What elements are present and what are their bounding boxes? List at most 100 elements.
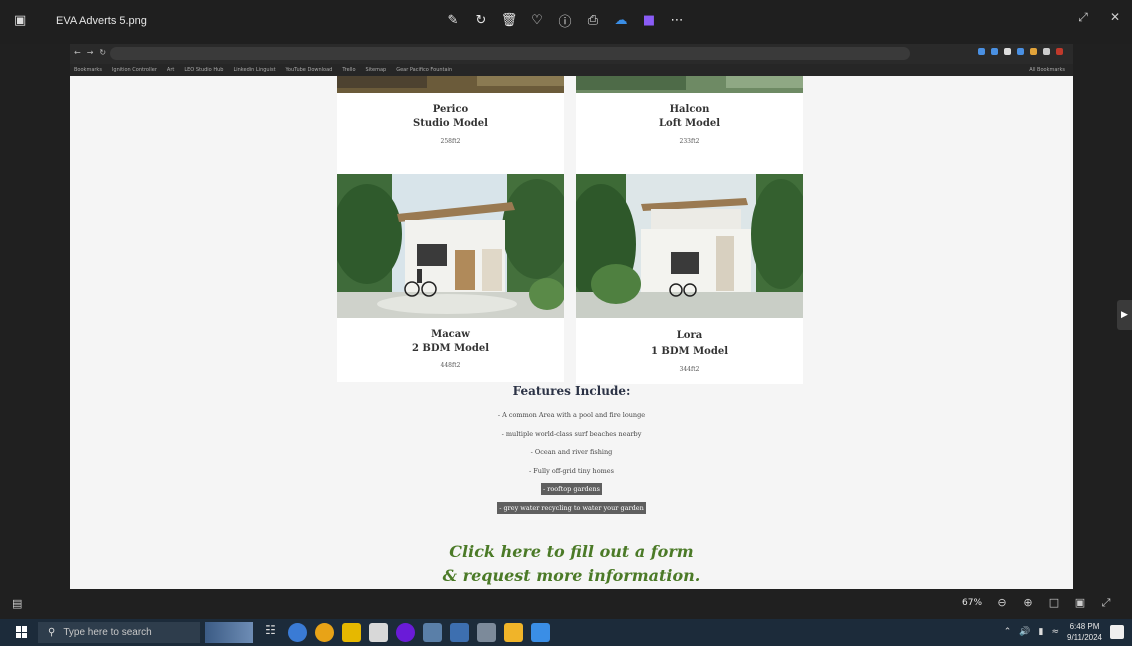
chrome-icon[interactable] (315, 623, 334, 642)
feature-item: - Fully off-grid tiny homes (70, 465, 1073, 484)
viewer-title-bar: ▣ EVA Adverts 5.png ✎ ↻ 🗑 ♡ ⓘ ⎙ ☁ ■ ⋯ ⤢ … (0, 0, 1132, 44)
file-name: EVA Adverts 5.png (56, 15, 147, 27)
zoom-level: 67% (962, 598, 983, 608)
app-icon[interactable] (423, 623, 442, 642)
zoom-out-icon[interactable]: ⊖ (995, 596, 1009, 610)
feature-item-highlighted: - rooftop gardens (70, 483, 1073, 502)
calculator-icon[interactable] (369, 623, 388, 642)
fullscreen-icon[interactable]: ⤢ (1074, 8, 1092, 26)
feature-text: - rooftop gardens (540, 483, 603, 495)
next-image-button[interactable]: ▶ (1117, 300, 1132, 330)
close-icon[interactable]: ✕ (1106, 8, 1124, 26)
notifications-icon[interactable] (1110, 625, 1124, 639)
actual-size-icon[interactable]: ▣ (1073, 596, 1087, 610)
search-highlight-image[interactable] (205, 622, 253, 643)
browser-nav: ← → ↻ (74, 48, 106, 57)
bookmarks-bar: Bookmarks Ignition Controller Art LEO St… (70, 64, 1073, 76)
features-section: Features Include: - A common Area with a… (70, 384, 1073, 520)
feature-text: - A common Area with a pool and fire lou… (497, 411, 646, 419)
model-type: Studio Model (413, 118, 488, 129)
bookmark: Gear Pacifico Fountain (396, 67, 453, 73)
model-name: Lora (676, 330, 703, 341)
filmstrip-icon[interactable]: ▤ (12, 597, 22, 610)
print-icon[interactable]: ⎙ (584, 11, 602, 29)
clock[interactable]: 6:48 PM 9/11/2024 (1067, 621, 1102, 643)
bookmark: Bookmarks (74, 67, 102, 73)
model-name: Halcon (669, 104, 710, 115)
extension-icon (1030, 48, 1037, 55)
model-name: Perico (432, 104, 469, 115)
search-placeholder: Type here to search (63, 627, 152, 638)
cta-line-1[interactable]: Click here to fill out a form (70, 540, 1073, 564)
reload-icon: ↻ (99, 48, 107, 57)
file-explorer-icon[interactable] (342, 623, 361, 642)
app-icon[interactable] (477, 623, 496, 642)
feature-text: - multiple world-class surf beaches near… (501, 429, 642, 438)
copilot-icon[interactable] (288, 623, 307, 642)
forward-icon: → (86, 48, 94, 57)
volume-icon[interactable]: 🔊 (1019, 627, 1030, 637)
system-tray: ⌃ 🔊 ▮ ≈ 6:48 PM 9/11/2024 (1004, 621, 1124, 643)
model-name: Macaw (431, 329, 470, 340)
wifi-icon[interactable]: ≈ (1051, 627, 1059, 637)
app-icon[interactable] (450, 623, 469, 642)
model-image (337, 76, 564, 93)
onedrive-icon[interactable]: ☁ (612, 11, 630, 29)
clock-time: 6:48 PM (1069, 622, 1100, 631)
feature-item: - multiple world-class surf beaches near… (70, 428, 1073, 447)
bookmark: LEO Studio Hub (184, 67, 224, 73)
model-type: 2 BDM Model (411, 343, 489, 354)
model-size: 448ft2 (440, 362, 461, 369)
windows-taskbar: ⚲ Type here to search ☷ ⌃ 🔊 ▮ ≈ 6:48 PM … (0, 619, 1132, 646)
fit-to-window-icon[interactable]: □ (1047, 596, 1061, 610)
address-bar (110, 47, 910, 60)
features-heading: Features Include: (512, 384, 631, 398)
zoom-in-icon[interactable]: ⊕ (1021, 596, 1035, 610)
bookmark: Linkedin Linguist (233, 67, 276, 73)
model-type: 1 BDM Model (650, 346, 728, 357)
search-icon: ⚲ (48, 627, 56, 638)
model-image (337, 174, 564, 318)
profile-icon (1056, 48, 1063, 55)
clipchamp-icon[interactable]: ■ (640, 11, 658, 29)
photo-viewer-window: ▣ EVA Adverts 5.png ✎ ↻ 🗑 ♡ ⓘ ⎙ ☁ ■ ⋯ ⤢ … (0, 0, 1132, 646)
model-size: 258ft2 (440, 138, 461, 145)
app-icon[interactable] (396, 623, 415, 642)
browser-toolbar: ← → ↻ (70, 44, 1073, 64)
delete-icon[interactable]: 🗑 (500, 11, 518, 29)
bookmark: Trello (342, 67, 356, 73)
extension-icon (978, 48, 985, 55)
task-view-icon[interactable]: ☷ (261, 623, 280, 642)
show-hidden-icons-icon[interactable]: ⌃ (1004, 627, 1012, 637)
cta-line-2[interactable]: & request more information. (70, 564, 1073, 588)
more-options-icon[interactable]: ⋯ (668, 11, 686, 29)
rotate-icon[interactable]: ↻ (472, 11, 490, 29)
request-info-link[interactable]: Click here to fill out a form & request … (70, 540, 1073, 588)
start-button[interactable] (16, 626, 28, 638)
extension-icon (1043, 48, 1050, 55)
model-card-macaw: Macaw 2 BDM Model 448ft2 (337, 174, 564, 382)
feature-item: - Ocean and river fishing (70, 446, 1073, 465)
model-card-perico: Perico Studio Model 258ft2 (337, 76, 564, 174)
expand-icon[interactable]: ⤢ (1099, 596, 1113, 610)
model-card-lora: Lora 1 BDM Model 344ft2 (576, 174, 803, 384)
taskbar-search[interactable]: ⚲ Type here to search (38, 622, 200, 643)
clock-date: 9/11/2024 (1067, 633, 1102, 642)
extension-icon (1004, 48, 1011, 55)
extension-icon (1017, 48, 1024, 55)
info-icon[interactable]: ⓘ (556, 11, 574, 30)
battery-icon[interactable]: ▮ (1039, 627, 1044, 637)
bookmark: Ignition Controller (111, 67, 157, 73)
model-size: 233ft2 (679, 138, 700, 145)
photos-taskbar-icon[interactable] (531, 623, 550, 642)
edit-image-icon[interactable]: ✎ (444, 11, 462, 29)
zoom-controls: ⊖ ⊕ □ ▣ ⤢ (995, 596, 1113, 610)
favorite-icon[interactable]: ♡ (528, 11, 546, 29)
photos-app-icon: ▣ (14, 13, 27, 28)
feature-text: - Ocean and river fishing (530, 448, 613, 456)
model-image (576, 76, 803, 93)
back-icon: ← (74, 48, 81, 57)
app-icon[interactable] (504, 623, 523, 642)
all-bookmarks: All Bookmarks (1029, 67, 1065, 73)
bookmark: YouTube Download (285, 67, 333, 73)
